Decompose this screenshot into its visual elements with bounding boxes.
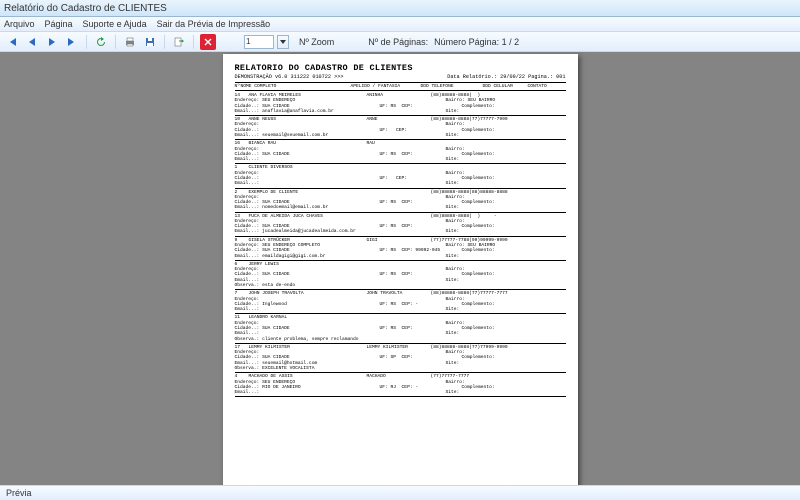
report-page: RELATORIO DO CADASTRO DE CLIENTES DEMONS… [223,54,578,485]
nav-next-button[interactable] [44,34,60,50]
toolbar-separator [115,35,116,49]
nav-last-button[interactable] [64,34,80,50]
zoom-dropdown-button[interactable] [277,35,289,49]
report-record: 17LEMMY KILMISTERLEMMY KILMISTER(88)8888… [235,344,566,373]
nav-prev-button[interactable] [24,34,40,50]
toolbar-separator [86,35,87,49]
report-record: 2EXEMPLO DE CLIENTE(88)88888-8888(88)888… [235,189,566,213]
report-column-header: Nº NOME COMPLETO APELIDO / FANTASIA DDD … [235,84,566,91]
print-button[interactable] [122,34,138,50]
toolbar-separator [193,35,194,49]
export-button[interactable] [171,34,187,50]
report-record: 7JOHN JOSEPH TRAVOLTAJOHN TRAVOLTA(88)88… [235,290,566,314]
zoom-select[interactable]: 1 [244,35,274,49]
report-records: 14ANA FLAVIA MEIRELESANINHA(88)88888-888… [235,92,566,397]
pages-label: Nº de Páginas: [368,37,428,47]
close-button[interactable] [200,34,216,50]
refresh-button[interactable] [93,34,109,50]
save-button[interactable] [142,34,158,50]
menu-bar: Arquivo Página Suporte e Ajuda Sair da P… [0,17,800,32]
title-bar: Relatório do Cadastro de CLIENTES [0,0,800,17]
report-record: 11LEANDRO KARNALEndereço: Bairro: Cidade… [235,314,566,343]
report-title: RELATORIO DO CADASTRO DE CLIENTES [235,64,566,74]
menu-pagina[interactable]: Página [45,19,73,29]
report-subtitle: DEMONSTRAÇÃO v6.0 311222 010722 >>> Data… [235,75,566,83]
app-window: Relatório do Cadastro de CLIENTES Arquiv… [0,0,800,500]
report-record: 9GISELA STRÜCKERGIGI(77)77777-7788(99)99… [235,237,566,261]
report-subtitle-right: Data Relatório.: 29/09/22 Pagina.: 001 [447,75,565,81]
report-record: 1CLIENTE DIVERSOSEndereço: Bairro: Cidad… [235,164,566,188]
zoom-label: Nº Zoom [299,37,334,47]
menu-sair[interactable]: Sair da Prévia de Impressão [157,19,271,29]
report-record: 14ANA FLAVIA MEIRELESANINHA(88)88888-888… [235,92,566,116]
report-subtitle-left: DEMONSTRAÇÃO v6.0 311222 010722 >>> [235,75,344,81]
toolbar: 1 Nº Zoom Nº de Páginas: Número Página: … [0,32,800,52]
report-record: 4MACHADO DE ASSISMACHADO(77)77777-7777En… [235,373,566,397]
report-record: 13FUCA DE ALMEIDA JUCA CHAVES(88)88888-8… [235,213,566,237]
menu-arquivo[interactable]: Arquivo [4,19,35,29]
preview-viewport[interactable]: RELATORIO DO CADASTRO DE CLIENTES DEMONS… [0,52,800,485]
report-record: 10ANNE NEUSSANNE(88)88888-8888(77)77777-… [235,116,566,140]
nav-first-button[interactable] [4,34,20,50]
page-number-label: Número Página: 1 / 2 [434,37,519,47]
status-bar: Prévia [0,485,800,500]
toolbar-separator [164,35,165,49]
report-record: 6JERRY LEWISEndereço: Bairro: Cidade..: … [235,261,566,290]
window-title: Relatório do Cadastro de CLIENTES [4,3,167,14]
report-record: 16BIANCA RAURAUEndereço: Bairro: Cidade.… [235,140,566,164]
menu-suporte[interactable]: Suporte e Ajuda [83,19,147,29]
status-label: Prévia [6,488,32,498]
